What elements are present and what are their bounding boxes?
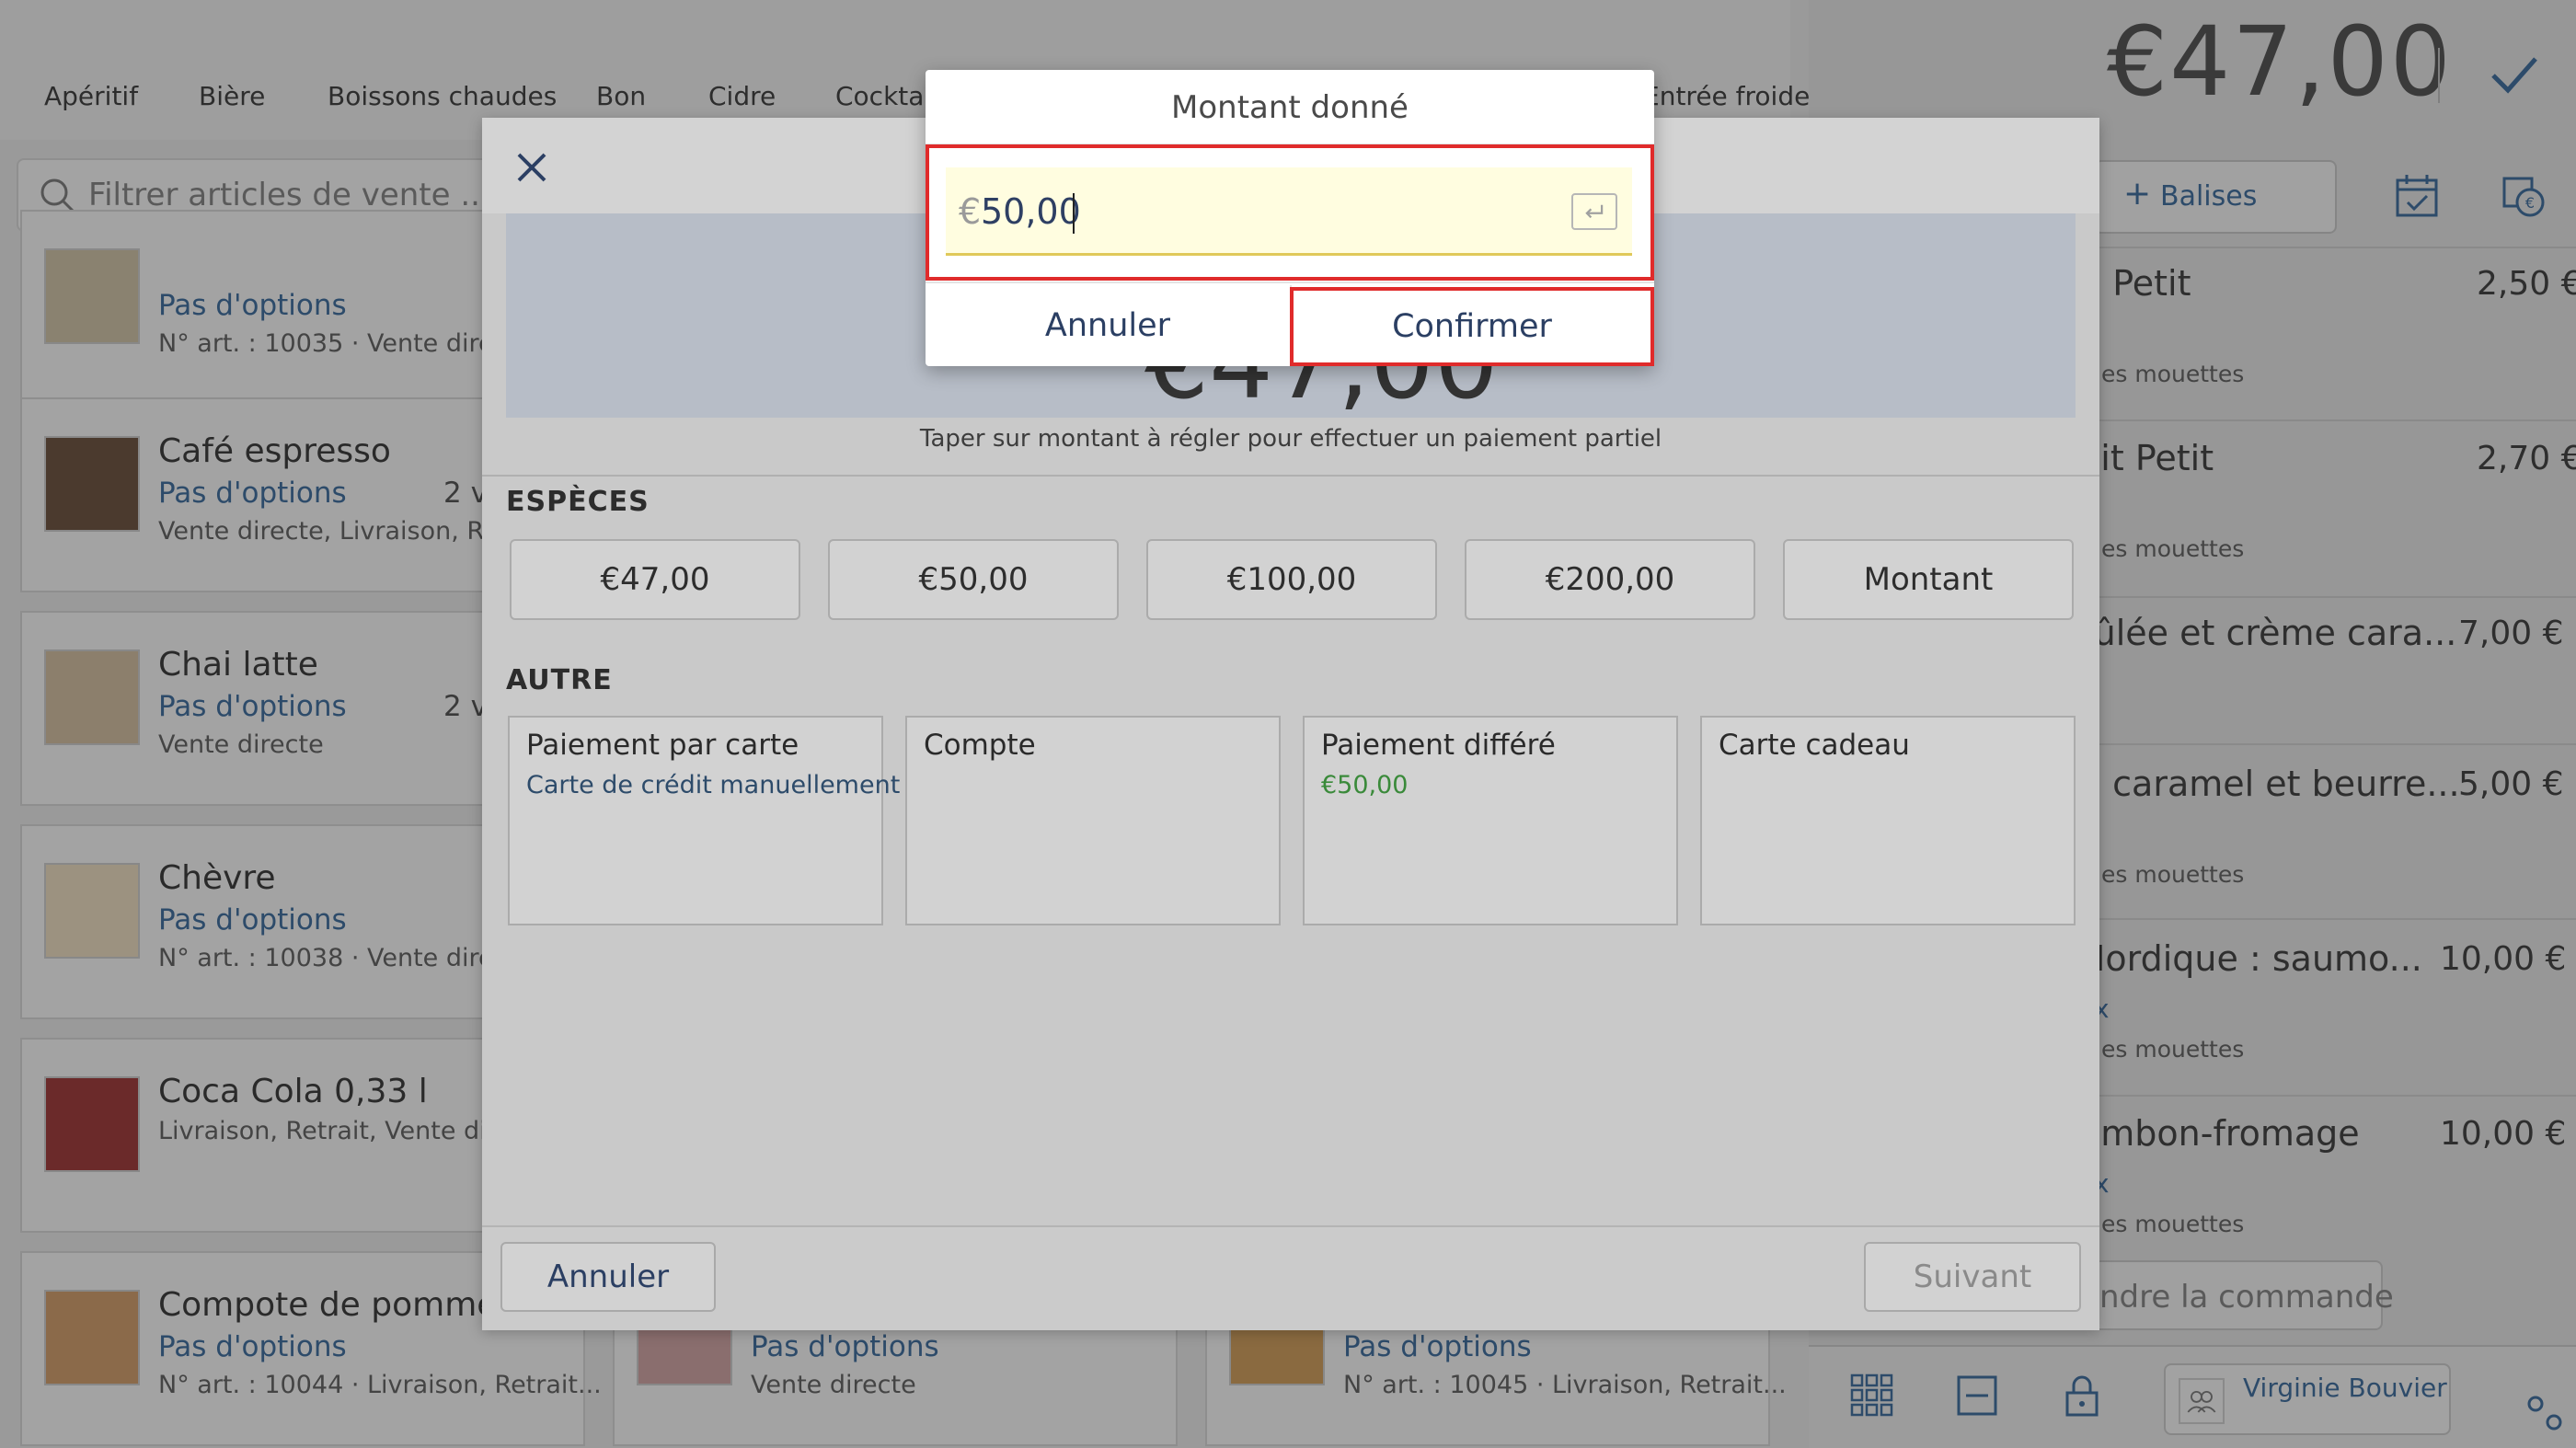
category-tab-boissons-chaudes[interactable]: Boissons chaudes [328, 81, 557, 111]
order-item-sub: es mouettes [2101, 1211, 2245, 1237]
category-tab-cocktail[interactable]: Cocktail [835, 81, 938, 111]
product-name: Chèvre [158, 859, 276, 897]
product-image [44, 1290, 140, 1385]
dialog-confirm-button[interactable]: Confirmer [1290, 287, 1654, 366]
product-options: Pas d'options [158, 690, 347, 723]
cash-option-button[interactable]: €100,00 [1146, 539, 1437, 620]
tags-button[interactable]: + Balises [2094, 160, 2337, 234]
cash-option-button[interactable]: €47,00 [510, 539, 800, 620]
card-payment-option[interactable]: Paiement par carte Carte de crédit manue… [508, 716, 900, 925]
payment-method-subtitle: €50,00 [1321, 771, 1409, 799]
calendar-check-icon[interactable] [2392, 171, 2442, 221]
send-order-button[interactable]: ndre la commande [2088, 1260, 2394, 1330]
category-tab-aperitif[interactable]: Apéritif [44, 81, 138, 111]
user-name: Virginie Bouvier [2243, 1373, 2447, 1403]
order-item-price: 2,70 € [2477, 440, 2576, 477]
product-meta: N° art. : 10045 · Livraison, Retrait... [1343, 1371, 1787, 1399]
product-options: Pas d'options [158, 477, 347, 510]
product-meta: N° art. : 10035 · Vente directe [158, 329, 533, 358]
payment-cancel-button[interactable]: Annuler [500, 1242, 716, 1312]
payment-method-title: Compte [924, 729, 1036, 762]
product-name: Chai latte [158, 646, 318, 684]
divider [482, 475, 2099, 477]
order-item-sub: es mouettes [2101, 361, 2245, 387]
order-item-price: 10,00 € [2440, 1115, 2567, 1153]
order-total: €47,00 [2107, 6, 2453, 118]
product-image [44, 863, 140, 959]
deferred-payment-option[interactable]: Paiement différé €50,00 [1303, 716, 1678, 925]
send-order-label: ndre la commande [2099, 1279, 2394, 1316]
account-payment-option[interactable]: Compte [905, 716, 1281, 925]
product-image [44, 436, 140, 532]
amount-input-highlight [926, 144, 1654, 281]
money-transfer-icon[interactable]: € [2499, 171, 2548, 221]
product-image [44, 1076, 140, 1172]
product-image [44, 248, 140, 344]
product-name: Café espresso [158, 432, 391, 470]
product-options: Pas d'options [1343, 1330, 1532, 1363]
partial-payment-hint: Taper sur montant à régler pour effectue… [919, 425, 1662, 453]
category-tab-biere[interactable]: Bière [199, 81, 265, 111]
divider [926, 282, 1654, 283]
payment-method-title: Carte cadeau [1719, 729, 1910, 762]
close-icon[interactable] [512, 147, 552, 188]
order-item-price: 10,00 € [2440, 940, 2567, 978]
payment-method-title: Paiement différé [1321, 729, 1556, 762]
category-tab-bon[interactable]: Bon [596, 81, 646, 111]
gift-card-option[interactable]: Carte cadeau [1700, 716, 2076, 925]
product-name: Compote de pommes [158, 1286, 515, 1324]
cash-section-title: ESPÈCES [506, 486, 650, 518]
product-meta: Vente directe [751, 1371, 916, 1399]
order-item-price: 7,00 € [2458, 615, 2564, 652]
payment-method-title: Paiement par carte [526, 729, 799, 762]
custom-amount-button[interactable]: Montant [1783, 539, 2074, 620]
search-placeholder: Filtrer articles de vente ... [88, 177, 490, 213]
other-section-title: AUTRE [506, 664, 613, 696]
product-meta: Vente directe [158, 730, 324, 759]
dialog-cancel-button[interactable]: Annuler [926, 285, 1290, 366]
link-icon[interactable] [2521, 1389, 2570, 1439]
cash-option-button[interactable]: €50,00 [828, 539, 1119, 620]
order-item-sub: es mouettes [2101, 1036, 2245, 1063]
svg-text:€: € [2525, 194, 2535, 212]
product-options: Pas d'options [158, 289, 347, 322]
product-options: Pas d'options [751, 1330, 939, 1363]
user-button[interactable]: Virginie Bouvier [2164, 1363, 2451, 1435]
product-meta: Livraison, Retrait, Vente direc [158, 1117, 525, 1145]
lock-icon[interactable] [2059, 1373, 2105, 1419]
product-image [44, 649, 140, 745]
cash-option-button[interactable]: €200,00 [1465, 539, 1755, 620]
order-item-price: 5,00 € [2458, 765, 2564, 803]
user-group-icon [2179, 1378, 2225, 1424]
order-item-sub: es mouettes [2101, 861, 2245, 888]
product-name: Coca Cola 0,33 l [158, 1073, 428, 1110]
check-icon[interactable] [2484, 44, 2543, 103]
category-tab-cidre[interactable]: Cidre [708, 81, 776, 111]
payment-method-subtitle: Carte de crédit manuellement [526, 771, 901, 799]
product-options: Pas d'options [158, 1330, 347, 1363]
payment-next-button[interactable]: Suivant [1864, 1242, 2081, 1312]
minus-box-icon[interactable] [1954, 1373, 2000, 1419]
product-meta: N° art. : 10038 · Vente directe [158, 944, 533, 972]
amount-dialog-title: Montant donné [1171, 89, 1409, 126]
grid-icon[interactable] [1849, 1373, 1895, 1419]
order-item-price: 2,50 € [2477, 265, 2576, 303]
product-options: Pas d'options [158, 903, 347, 937]
payment-modal-footer [482, 1225, 2099, 1330]
product-meta: N° art. : 10044 · Livraison, Retrait... [158, 1371, 602, 1399]
order-item-sub: es mouettes [2101, 535, 2245, 562]
plus-icon: + [2123, 175, 2152, 213]
divider [2438, 48, 2440, 103]
tags-label: Balises [2160, 180, 2258, 213]
product-meta: Vente directe, Livraison, Retra [158, 517, 534, 546]
category-tab-entree-froide[interactable]: Entrée froide [1643, 81, 1810, 111]
